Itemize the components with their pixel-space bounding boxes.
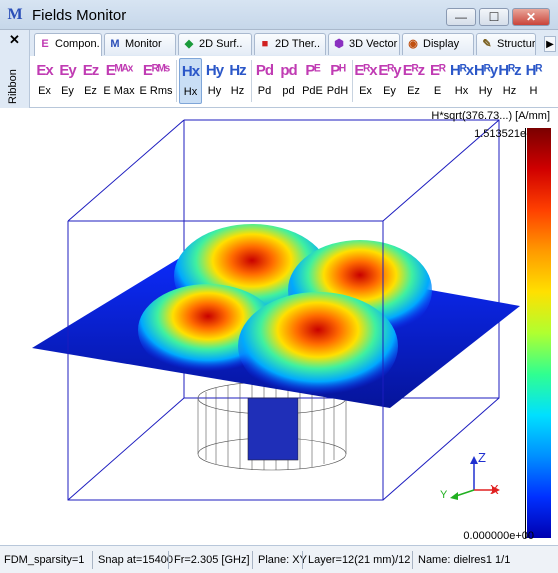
tool-rez-button[interactable]: Eᴿz Ez: [402, 58, 425, 104]
tool-pdh-button[interactable]: Pᴴ PdH: [326, 58, 349, 104]
status-snap: Snap at=15400: [98, 554, 173, 566]
toolbar-divider: [251, 60, 252, 102]
hz-icon: Hz: [229, 62, 246, 79]
tab-structure[interactable]: ✎ Structure: [476, 33, 536, 55]
component-toolbar: Ex Ex Ey Ey Ez Ez Eᴹᴬˣ E Max Eᴿᴹˢ E Rms Hx Hx …: [30, 56, 558, 108]
rex-icon: Eᴿx: [354, 62, 377, 79]
tool-emax-button[interactable]: Eᴹᴬˣ E Max: [102, 58, 136, 104]
axis-z-label: Z: [478, 450, 486, 465]
tool-pd-lower-button[interactable]: pd pd: [277, 58, 300, 104]
status-name: Name: dielres1 1/1: [418, 554, 511, 566]
tool-ex-button[interactable]: Ex Ex: [33, 58, 56, 104]
tab-components[interactable]: E Compon.: [34, 33, 102, 56]
rez-icon: Eᴿz: [402, 62, 425, 79]
close-button[interactable]: ✕: [512, 8, 550, 26]
emax-icon: Eᴹᴬˣ: [105, 62, 134, 79]
status-plane: Plane: XY: [258, 554, 307, 566]
status-frequency: Fr=2.305 [GHz]: [174, 554, 250, 566]
tool-rhx-button[interactable]: Hᴿx Hx: [450, 58, 474, 104]
3d-vector-icon: ⬢: [334, 38, 344, 50]
tool-pde-button[interactable]: Pᴱ PdE: [301, 58, 324, 104]
rey-icon: Eᴿy: [378, 62, 401, 79]
field-plot-canvas[interactable]: [0, 108, 558, 545]
tool-rex-button[interactable]: Eᴿx Ex: [354, 58, 377, 104]
ribbon-tabs: E Compon. M Monitor ◆ 2D Surf.. ■ 2D The…: [30, 30, 558, 56]
status-divider: [168, 551, 169, 569]
ex-icon: Ex: [36, 62, 53, 79]
hx-icon: Hx: [181, 63, 200, 80]
tab-2d-thermal[interactable]: ■ 2D Ther..: [254, 33, 326, 55]
monitor-m-icon: M: [110, 38, 120, 50]
tool-re-button[interactable]: Eᴿ E: [426, 58, 449, 104]
ribbon-side-label[interactable]: Ribbon: [7, 69, 19, 104]
component-e-icon: E: [41, 38, 49, 50]
tool-rhz-button[interactable]: Hᴿz Hz: [498, 58, 521, 104]
tab-display[interactable]: ◉ Display: [402, 33, 474, 55]
2d-surface-icon: ◆: [184, 38, 194, 50]
axis-x-label: X: [490, 482, 499, 497]
ey-icon: Ey: [59, 62, 76, 79]
status-sparsity: FDM_sparsity=1: [4, 554, 85, 566]
rhy-icon: Hᴿy: [474, 62, 498, 79]
tab-monitor[interactable]: M Monitor: [104, 33, 176, 55]
colorbar-min-value: 0.000000e+00: [463, 530, 534, 542]
tab-label: 3D Vector: [349, 38, 398, 50]
status-divider: [92, 551, 93, 569]
tool-ey-button[interactable]: Ey Ey: [56, 58, 79, 104]
window-title: Fields Monitor: [32, 7, 127, 24]
pde-icon: Pᴱ: [305, 62, 320, 79]
toolbar-divider: [352, 60, 353, 102]
app-logo-icon: M: [7, 6, 23, 23]
hy-icon: Hy: [205, 62, 224, 79]
status-bar: FDM_sparsity=1 Snap at=15400 Fr=2.305 [G…: [0, 545, 558, 573]
tab-label: Display: [423, 38, 460, 50]
erms-icon: Eᴿᴹˢ: [142, 62, 170, 79]
rhx-icon: Hᴿx: [450, 62, 474, 79]
rhz-icon: Hᴿz: [498, 62, 521, 79]
re-icon: Eᴿ: [430, 62, 446, 79]
tool-erms-button[interactable]: Eᴿᴹˢ E Rms: [138, 58, 174, 104]
status-divider: [412, 551, 413, 569]
tab-label: Monitor: [125, 38, 162, 50]
tool-hx-button[interactable]: Hx Hx: [179, 58, 202, 104]
tab-label: 2D Ther..: [275, 38, 321, 50]
tab-label: Structure: [497, 38, 536, 50]
tool-rhy-button[interactable]: Hᴿy Hy: [474, 58, 498, 104]
tool-hz-button[interactable]: Hz Hz: [226, 58, 249, 104]
pdh-icon: Pᴴ: [330, 62, 346, 79]
field-3d-view[interactable]: Z X Y H*sqrt(376.73...) [A/mm] 1.513521e…: [0, 108, 558, 545]
title-bar: M Fields Monitor — ☐ ✕: [0, 0, 558, 30]
tool-hy-button[interactable]: Hy Hy: [203, 58, 226, 104]
pd-icon: Pd: [255, 62, 274, 79]
rh-icon: Hᴿ: [525, 62, 543, 79]
tab-label: 2D Surf..: [199, 38, 243, 50]
ribbon-close-icon[interactable]: ✕: [9, 32, 20, 48]
status-layer: Layer=12(21 mm)/12: [308, 554, 411, 566]
tab-scroll-right-button[interactable]: ▶: [544, 36, 556, 52]
colorbar-title: H*sqrt(376.73...) [A/mm]: [431, 110, 550, 122]
status-divider: [252, 551, 253, 569]
tab-3d-vector[interactable]: ⬢ 3D Vector: [328, 33, 400, 55]
tab-label: Compon.: [55, 38, 100, 50]
display-icon: ◉: [408, 38, 418, 50]
maximize-button[interactable]: ☐: [479, 8, 509, 26]
colorbar: [525, 128, 551, 538]
toolbar-divider: [176, 60, 177, 102]
status-divider: [302, 551, 303, 569]
ez-icon: Ez: [82, 62, 100, 79]
tool-rh-button[interactable]: Hᴿ H: [522, 58, 545, 104]
tool-pd-button[interactable]: Pd Pd: [253, 58, 276, 104]
pd-lower-icon: pd: [280, 62, 297, 79]
structure-icon: ✎: [482, 38, 492, 50]
tool-ez-button[interactable]: Ez Ez: [79, 58, 102, 104]
minimize-button[interactable]: —: [446, 8, 476, 26]
tool-rey-button[interactable]: Eᴿy Ey: [378, 58, 401, 104]
ribbon-side-panel: ✕ Ribbon: [0, 30, 30, 108]
tab-2d-surface[interactable]: ◆ 2D Surf..: [178, 33, 252, 55]
axis-y-label: Y: [440, 489, 448, 501]
2d-thermal-icon: ■: [261, 38, 269, 50]
